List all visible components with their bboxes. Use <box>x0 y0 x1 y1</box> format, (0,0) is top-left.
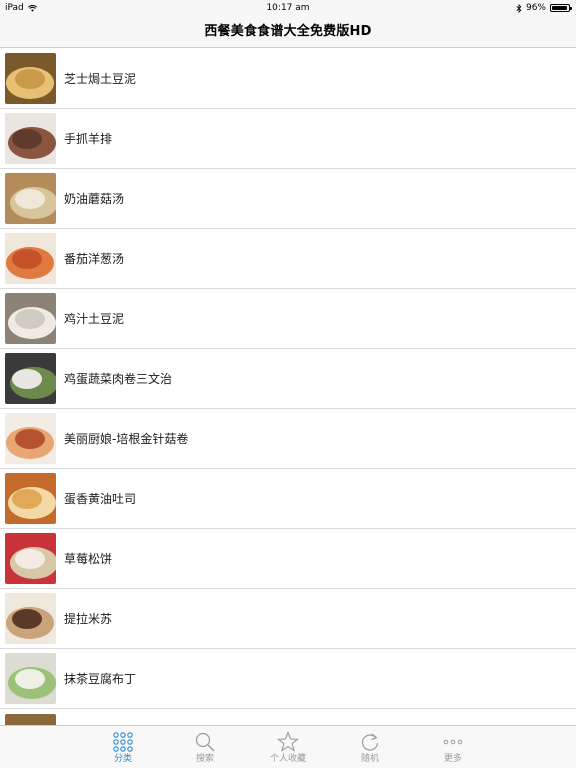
bluetooth-icon <box>516 3 522 13</box>
refresh-icon <box>361 733 379 751</box>
recipe-title: 鸡汁土豆泥 <box>64 312 125 326</box>
recipe-row[interactable]: 提拉米苏 <box>0 589 576 649</box>
status-time: 10:17 am <box>266 3 310 13</box>
recipe-title: 抹茶豆腐布丁 <box>64 672 137 686</box>
tab-star[interactable]: 个人收藏 <box>258 726 318 768</box>
recipe-thumbnail <box>5 473 56 524</box>
recipe-title: 草莓松饼 <box>64 552 113 566</box>
recipe-title: 鸡蛋蔬菜肉卷三文治 <box>64 372 173 386</box>
status-bar: iPad 10:17 am 96% <box>0 0 576 16</box>
tab-label: 更多 <box>443 754 462 764</box>
recipe-row[interactable]: 草莓松饼 <box>0 529 576 589</box>
recipe-title: 手抓羊排 <box>64 132 113 146</box>
tab-label: 搜索 <box>195 754 214 764</box>
more-dots-icon <box>443 739 463 745</box>
recipe-row[interactable]: 美丽厨娘-培根金针菇卷 <box>0 409 576 469</box>
recipe-thumbnail <box>5 113 56 164</box>
tab-refresh[interactable]: 随机 <box>340 726 400 768</box>
recipe-thumbnail <box>5 413 56 464</box>
recipe-row[interactable]: 蛋香黄油吐司 <box>0 469 576 529</box>
recipe-row[interactable]: 芝士焗土豆泥 <box>0 49 576 109</box>
grid-dots-icon <box>113 732 133 752</box>
recipe-title: 芝士焗土豆泥 <box>64 72 137 86</box>
recipe-row[interactable]: 番茄洋葱汤 <box>0 229 576 289</box>
status-right: 96% <box>516 0 572 16</box>
recipe-row[interactable]: 奶油蘑菇汤 <box>0 169 576 229</box>
tab-label: 个人收藏 <box>269 754 306 764</box>
recipe-thumbnail <box>5 593 56 644</box>
tab-search[interactable]: 搜索 <box>175 726 235 768</box>
battery-fill <box>552 6 568 10</box>
tab-label: 分类 <box>113 754 132 764</box>
recipe-row[interactable]: 手抓羊排 <box>0 109 576 169</box>
search-icon <box>195 732 215 752</box>
tab-label: 随机 <box>360 754 379 764</box>
recipe-title: 奶油蘑菇汤 <box>64 192 125 206</box>
recipe-title: 提拉米苏 <box>64 612 113 626</box>
recipe-title: 番茄洋葱汤 <box>64 252 125 266</box>
page-title: 西餐美食食谱大全免费版HD <box>204 24 372 39</box>
recipe-thumbnail <box>5 233 56 284</box>
recipe-row[interactable]: 抹茶豆腐布丁 <box>0 649 576 709</box>
recipe-title: 美丽厨娘-培根金针菇卷 <box>64 432 189 446</box>
battery-icon <box>550 4 572 12</box>
recipe-title: 蛋香黄油吐司 <box>64 492 137 506</box>
recipe-row[interactable]: 鸡汁土豆泥 <box>0 289 576 349</box>
tab-more-dots[interactable]: 更多 <box>423 726 483 768</box>
tab-grid-dots[interactable]: 分类 <box>93 726 153 768</box>
recipe-row[interactable] <box>0 709 576 725</box>
recipe-thumbnail <box>5 173 56 224</box>
recipe-row[interactable]: 鸡蛋蔬菜肉卷三文治 <box>0 349 576 409</box>
recipe-thumbnail <box>5 53 56 104</box>
recipe-thumbnail <box>5 353 56 404</box>
battery-percent: 96% <box>525 3 546 13</box>
navigation-bar: 西餐美食食谱大全免费版HD <box>0 16 576 48</box>
recipe-thumbnail <box>5 533 56 584</box>
recipe-thumbnail <box>5 653 56 704</box>
recipe-thumbnail <box>5 713 56 725</box>
star-icon <box>277 731 299 752</box>
recipe-list[interactable]: 芝士焗土豆泥 手抓羊排奶油蘑菇汤番茄洋葱汤鸡汁土豆泥鸡蛋蔬菜肉卷三文治美丽厨娘-培… <box>0 49 576 725</box>
recipe-thumbnail <box>5 293 56 344</box>
tab-bar: 分类 搜索 个人收藏 随机 更多 <box>0 725 576 768</box>
